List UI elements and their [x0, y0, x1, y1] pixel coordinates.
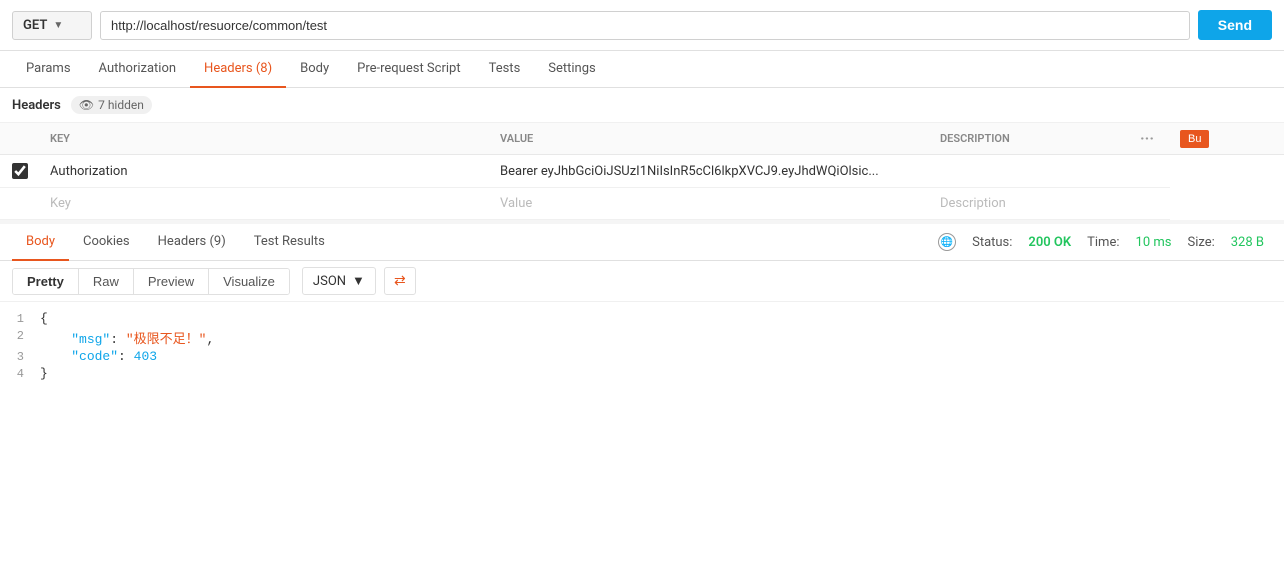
bulk-edit-button[interactable]: Bu [1180, 130, 1209, 148]
placeholder-check-cell [0, 188, 40, 220]
size-value: 328 B [1231, 235, 1264, 250]
table-row: Authorization Bearer eyJhbGciOiJSUzI1NiI… [0, 155, 1284, 188]
line-number-1: 1 [0, 311, 40, 326]
json-value-msg: "极限不足！" [126, 332, 207, 347]
size-label: Size: [1187, 235, 1214, 250]
hidden-count: 7 hidden [98, 98, 144, 112]
format-type-label: JSON [313, 274, 346, 289]
method-label: GET [23, 18, 47, 33]
code-line-4: 4 } [0, 365, 1284, 382]
row-actions-cell [1130, 155, 1170, 188]
tab-tests[interactable]: Tests [475, 51, 535, 88]
row-checkbox[interactable] [12, 163, 28, 179]
status-label: Status: [972, 235, 1012, 250]
format-toolbar: Pretty Raw Preview Visualize JSON ▼ ⇄ [0, 261, 1284, 302]
response-status-bar: 🌐 Status: 200 OK Time: 10 ms Size: 328 B [938, 233, 1272, 251]
col-header-bulk: Bu [1170, 123, 1284, 155]
row-key-cell: Authorization [40, 155, 490, 188]
format-dropdown-icon: ▼ [352, 273, 365, 289]
row-checkbox-cell [0, 155, 40, 188]
hidden-badge[interactable]: 👁 7 hidden [71, 96, 152, 114]
headers-section: Headers 👁 7 hidden KEY VALUE DESCRIPTION… [0, 88, 1284, 220]
json-comma-1: , [206, 332, 214, 347]
tab-settings[interactable]: Settings [534, 51, 609, 88]
headers-title: Headers [12, 98, 61, 113]
placeholder-value-cell[interactable]: Value [490, 188, 930, 220]
wrap-icon: ⇄ [394, 273, 406, 289]
row-key-value: Authorization [50, 164, 128, 179]
send-button[interactable]: Send [1198, 10, 1272, 40]
line-number-2: 2 [0, 328, 40, 343]
tab-headers[interactable]: Headers (8) [190, 51, 286, 88]
response-tabs-bar: Body Cookies Headers (9) Test Results 🌐 … [0, 224, 1284, 261]
response-section: Body Cookies Headers (9) Test Results 🌐 … [0, 220, 1284, 390]
tab-authorization[interactable]: Authorization [85, 51, 191, 88]
format-preview-button[interactable]: Preview [134, 269, 209, 294]
code-line-1: 1 { [0, 310, 1284, 327]
col-header-key: KEY [40, 123, 490, 155]
headers-toolbar: Headers 👁 7 hidden [0, 88, 1284, 123]
code-content-3: "code": 403 [40, 349, 157, 364]
wrap-button[interactable]: ⇄ [384, 267, 416, 295]
row-value-text: Bearer eyJhbGciOiJSUzI1NiIsInR5cCl6lkpXV… [500, 164, 879, 179]
json-key-msg: "msg" [71, 332, 110, 347]
row-desc-cell [930, 155, 1130, 188]
json-colon-2: : [118, 349, 134, 364]
format-button-group: Pretty Raw Preview Visualize [12, 268, 290, 295]
resp-tab-body[interactable]: Body [12, 224, 69, 261]
time-value: 10 ms [1136, 235, 1172, 250]
code-line-2: 2 "msg": "极限不足！", [0, 327, 1284, 348]
code-content-2: "msg": "极限不足！", [40, 328, 214, 347]
placeholder-value-text: Value [500, 196, 532, 211]
resp-tab-testresults[interactable]: Test Results [240, 224, 339, 261]
format-type-selector[interactable]: JSON ▼ [302, 267, 376, 295]
format-pretty-button[interactable]: Pretty [13, 269, 79, 294]
placeholder-actions-cell [1130, 188, 1170, 220]
tab-body[interactable]: Body [286, 51, 343, 88]
code-content-1: { [40, 311, 48, 326]
globe-icon: 🌐 [938, 233, 956, 251]
code-view: 1 { 2 "msg": "极限不足！", 3 "code": 403 4 } [0, 302, 1284, 390]
url-input[interactable] [100, 11, 1190, 40]
column-actions-icon[interactable]: ··· [1140, 129, 1154, 148]
eye-icon: 👁 [79, 98, 94, 112]
json-colon-1: : [110, 332, 126, 347]
json-value-code: 403 [134, 349, 157, 364]
col-header-desc: DESCRIPTION [930, 123, 1130, 155]
headers-table: KEY VALUE DESCRIPTION ··· Bu [0, 123, 1284, 220]
col-header-check [0, 123, 40, 155]
code-line-3: 3 "code": 403 [0, 348, 1284, 365]
time-label: Time: [1087, 235, 1119, 250]
table-placeholder-row: Key Value Description [0, 188, 1284, 220]
placeholder-desc-text: Description [940, 196, 1006, 211]
row-value-cell: Bearer eyJhbGciOiJSUzI1NiIsInR5cCl6lkpXV… [490, 155, 930, 188]
url-bar: GET ▼ Send [0, 0, 1284, 51]
placeholder-desc-cell[interactable]: Description [930, 188, 1130, 220]
response-tabs: Body Cookies Headers (9) Test Results [12, 224, 938, 260]
dropdown-arrow-icon: ▼ [53, 20, 63, 31]
format-raw-button[interactable]: Raw [79, 269, 134, 294]
format-visualize-button[interactable]: Visualize [209, 269, 289, 294]
tab-params[interactable]: Params [12, 51, 85, 88]
resp-tab-cookies[interactable]: Cookies [69, 224, 144, 261]
col-header-actions: ··· [1130, 123, 1170, 155]
line-number-3: 3 [0, 349, 40, 364]
method-selector[interactable]: GET ▼ [12, 11, 92, 40]
col-header-value: VALUE [490, 123, 930, 155]
line-number-4: 4 [0, 366, 40, 381]
tab-prerequest[interactable]: Pre-request Script [343, 51, 474, 88]
table-header-row: KEY VALUE DESCRIPTION ··· Bu [0, 123, 1284, 155]
placeholder-key-cell[interactable]: Key [40, 188, 490, 220]
status-value: 200 OK [1028, 235, 1071, 250]
code-content-4: } [40, 366, 48, 381]
placeholder-key-text: Key [50, 196, 71, 211]
request-tabs: Params Authorization Headers (8) Body Pr… [0, 51, 1284, 88]
json-key-code: "code" [71, 349, 118, 364]
resp-tab-headers[interactable]: Headers (9) [144, 224, 240, 261]
